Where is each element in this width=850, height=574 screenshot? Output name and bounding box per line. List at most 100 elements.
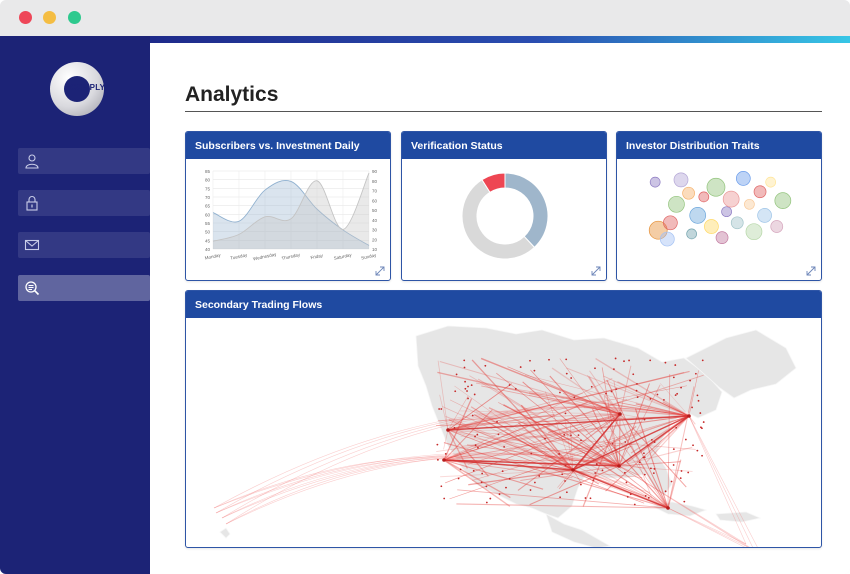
icomply-logo[interactable]: ICOMPLY — [50, 62, 105, 116]
sidebar-item-profile[interactable] — [18, 148, 150, 174]
bubble — [735, 171, 751, 186]
y-left-tick-label: 70 — [205, 195, 211, 200]
y-right-tick-label: 30 — [372, 228, 378, 233]
title-bar — [0, 0, 850, 36]
title-divider — [185, 111, 822, 112]
expand-icon[interactable] — [591, 266, 601, 276]
city-point — [457, 477, 460, 480]
city-point — [580, 439, 582, 442]
city-point — [649, 359, 652, 362]
city-point — [696, 449, 699, 452]
city-point — [467, 397, 469, 400]
city-point — [544, 437, 546, 440]
sidebar-item-security[interactable] — [18, 190, 150, 216]
city-point — [664, 361, 667, 364]
bubble — [682, 186, 695, 200]
bubble — [689, 207, 707, 224]
trading-flow-map[interactable] — [186, 318, 822, 548]
close-window-button[interactable] — [19, 11, 32, 24]
city-point — [453, 426, 456, 429]
city-point — [647, 496, 650, 499]
city-point — [679, 477, 682, 480]
sidebar-item-messages[interactable] — [18, 232, 150, 258]
card-title: Investor Distribution Traits — [617, 132, 821, 159]
city-point — [497, 433, 500, 436]
city-point — [564, 480, 566, 482]
bubble — [757, 208, 772, 223]
city-point — [605, 392, 607, 395]
expand-icon[interactable] — [806, 266, 816, 276]
city-point — [437, 458, 439, 461]
city-point — [676, 392, 679, 395]
city-point — [498, 493, 501, 496]
hub-point — [666, 506, 670, 510]
city-point — [503, 446, 506, 448]
city-point — [683, 500, 686, 503]
city-point — [573, 396, 576, 399]
x-tick-label: Sunday — [361, 252, 378, 260]
x-tick-label: Saturday — [333, 252, 352, 261]
user-icon — [25, 154, 39, 169]
city-point — [636, 383, 638, 385]
city-point — [577, 434, 580, 437]
y-left-tick-label: 45 — [205, 238, 211, 243]
expand-icon[interactable] — [375, 266, 385, 276]
city-point — [687, 471, 690, 474]
city-point — [477, 446, 479, 449]
city-point — [464, 387, 467, 390]
maximize-window-button[interactable] — [68, 11, 81, 24]
city-point — [564, 412, 567, 415]
x-tick-label: Wednesday — [253, 251, 278, 261]
city-point — [672, 376, 675, 379]
flow-lines — [213, 357, 758, 547]
minimize-window-button[interactable] — [43, 11, 56, 24]
city-point — [519, 366, 522, 368]
city-point — [628, 359, 630, 362]
lock-icon — [26, 196, 38, 211]
city-point — [496, 420, 498, 423]
city-point — [440, 485, 443, 488]
city-point — [701, 427, 703, 430]
city-point — [474, 435, 476, 438]
city-point — [642, 456, 645, 459]
city-point — [674, 364, 677, 366]
city-point — [459, 468, 462, 471]
city-point — [565, 372, 568, 375]
bubble — [673, 172, 689, 188]
city-point — [529, 489, 532, 491]
city-point — [558, 453, 561, 455]
city-point — [672, 448, 675, 451]
city-point — [466, 390, 468, 392]
city-point — [436, 443, 439, 446]
app-window: ICOMPLY Analytics Subscribers vs. Invest… — [0, 0, 850, 574]
city-point — [691, 406, 693, 409]
city-point — [485, 501, 488, 504]
y-right-tick-label: 50 — [372, 208, 378, 213]
bubble — [686, 228, 697, 240]
bubble — [706, 177, 726, 197]
city-point — [592, 479, 595, 482]
city-point — [559, 391, 561, 394]
card-secondary-trading-flows: Secondary Trading Flows — [185, 290, 822, 548]
city-point — [467, 385, 469, 388]
city-point — [533, 481, 536, 484]
y-left-tick-label: 50 — [205, 230, 211, 235]
city-point — [485, 485, 488, 488]
city-point — [472, 469, 475, 472]
hub-point — [571, 468, 575, 472]
mail-icon — [24, 239, 40, 251]
city-point — [689, 379, 691, 382]
bubble — [663, 215, 678, 231]
hub-point — [687, 414, 691, 418]
y-right-tick-label: 80 — [372, 179, 378, 184]
card-title: Secondary Trading Flows — [186, 291, 821, 318]
y-right-tick-label: 20 — [372, 237, 378, 242]
y-left-tick-label: 85 — [205, 169, 211, 174]
city-point — [580, 483, 582, 486]
sidebar-item-analytics[interactable] — [18, 275, 150, 301]
city-point — [623, 360, 625, 363]
hub-point — [618, 412, 622, 416]
city-point — [589, 497, 592, 500]
city-point — [653, 441, 656, 443]
bubble — [715, 231, 729, 244]
